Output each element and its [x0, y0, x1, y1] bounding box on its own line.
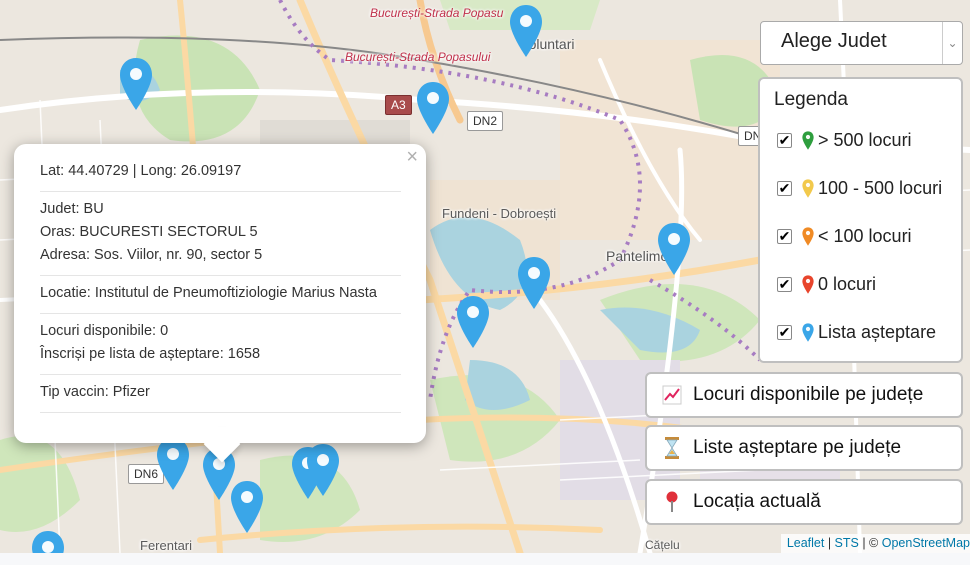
- legend-checkbox[interactable]: ✔: [777, 133, 792, 148]
- map-marker[interactable]: [416, 81, 450, 135]
- legend-label: 100 - 500 locuri: [818, 178, 943, 198]
- legend-checkbox[interactable]: ✔: [777, 277, 792, 292]
- popup-close-button[interactable]: ×: [406, 146, 418, 169]
- map-pin-icon: [802, 275, 814, 299]
- legend-label: Lista așteptare: [818, 322, 937, 342]
- map-marker[interactable]: [31, 530, 65, 553]
- map-attribution: Leaflet | STS | © OpenStreetMap: [780, 534, 970, 553]
- legend-row: ✔ 0 locuri: [774, 274, 961, 322]
- map-marker[interactable]: [456, 295, 490, 349]
- popup-oras: Oras: BUCURESTI SECTORUL 5: [40, 224, 258, 240]
- map-marker[interactable]: [306, 443, 340, 497]
- legend-row: ✔ 100 - 500 locuri: [774, 178, 961, 226]
- sts-link[interactable]: STS: [835, 536, 859, 550]
- map-label-strada-popasului: București-Strada Popasu: [370, 6, 504, 20]
- map-label-strada-popasului-2: București-Strada Popasului: [345, 50, 491, 64]
- locuri-judete-label: Locuri disponibile pe județe: [693, 384, 924, 405]
- map-marker[interactable]: [230, 480, 264, 534]
- liste-asteptare-label: Liste așteptare pe județe: [693, 437, 902, 458]
- legend-label: 0 locuri: [818, 274, 877, 294]
- popup-latlong: Lat: 44.40729 | Long: 26.09197: [40, 163, 242, 179]
- popup-judet: Judet: BU: [40, 201, 104, 217]
- legend-checkbox[interactable]: ✔: [777, 229, 792, 244]
- legend-title: Legenda: [774, 89, 848, 110]
- osm-link[interactable]: OpenStreetMap: [882, 536, 970, 550]
- legend-checkbox[interactable]: ✔: [777, 325, 792, 340]
- popup-locuri: Locuri disponibile: 0: [40, 323, 169, 339]
- map-pin-icon: [802, 227, 814, 251]
- legend-label: > 500 locuri: [818, 130, 912, 150]
- judet-select[interactable]: Alege Judet ⌄: [760, 21, 963, 65]
- map-label-fundeni: Fundeni - Dobroești: [442, 206, 557, 221]
- map-marker[interactable]: [517, 256, 551, 310]
- locatia-actuala-button[interactable]: Locația actuală: [645, 479, 963, 525]
- map-pin-icon: [802, 179, 814, 203]
- map-pin-icon: [802, 323, 814, 347]
- map-marker[interactable]: [119, 57, 153, 111]
- chart-increasing-icon: [661, 385, 683, 405]
- popup-tip-vaccin: Tip vaccin: Pfizer: [40, 384, 150, 400]
- legend-checkbox[interactable]: ✔: [777, 181, 792, 196]
- legend-row: ✔ Lista așteptare: [774, 322, 961, 370]
- round-pushpin-icon: [661, 491, 683, 513]
- legend-row: ✔ > 500 locuri: [774, 130, 961, 178]
- leaflet-link[interactable]: Leaflet: [787, 536, 825, 550]
- attribution-separator: |: [824, 536, 835, 550]
- locuri-judete-button[interactable]: Locuri disponibile pe județe: [645, 372, 963, 418]
- judet-select-value: Alege Judet: [781, 30, 887, 52]
- map-label-ferentari: Ferentari: [140, 538, 193, 553]
- legend-row: ✔ < 100 locuri: [774, 226, 961, 274]
- locatia-actuala-label: Locația actuală: [693, 491, 821, 512]
- road-shield-a3: A3: [385, 95, 412, 115]
- map-label-catelu: Cățelu: [645, 538, 680, 552]
- popup-adresa: Adresa: Sos. Viilor, nr. 90, sector 5: [40, 247, 263, 263]
- attribution-copyright: | ©: [858, 536, 882, 550]
- legend-panel: Legenda ✔ > 500 locuri ✔ 100 - 500 locuri ✔ <…: [758, 77, 963, 363]
- legend-label: < 100 locuri: [818, 226, 912, 246]
- location-popup: × Lat: 44.40729 | Long: 26.09197 Judet: …: [14, 144, 426, 463]
- map-marker[interactable]: [156, 437, 190, 491]
- chevron-down-icon: ⌄: [942, 22, 962, 64]
- map-marker[interactable]: [509, 4, 543, 58]
- road-shield-dn2: DN2: [467, 111, 504, 131]
- hourglass-icon: [661, 437, 683, 459]
- popup-locatie: Locatie: Institutul de Pneumoftiziologie…: [40, 285, 377, 301]
- map-marker[interactable]: [657, 222, 691, 276]
- popup-inscrisi: Înscriși pe lista de așteptare: 1658: [40, 346, 261, 362]
- map-pin-icon: [802, 131, 814, 155]
- liste-asteptare-button[interactable]: Liste așteptare pe județe: [645, 425, 963, 471]
